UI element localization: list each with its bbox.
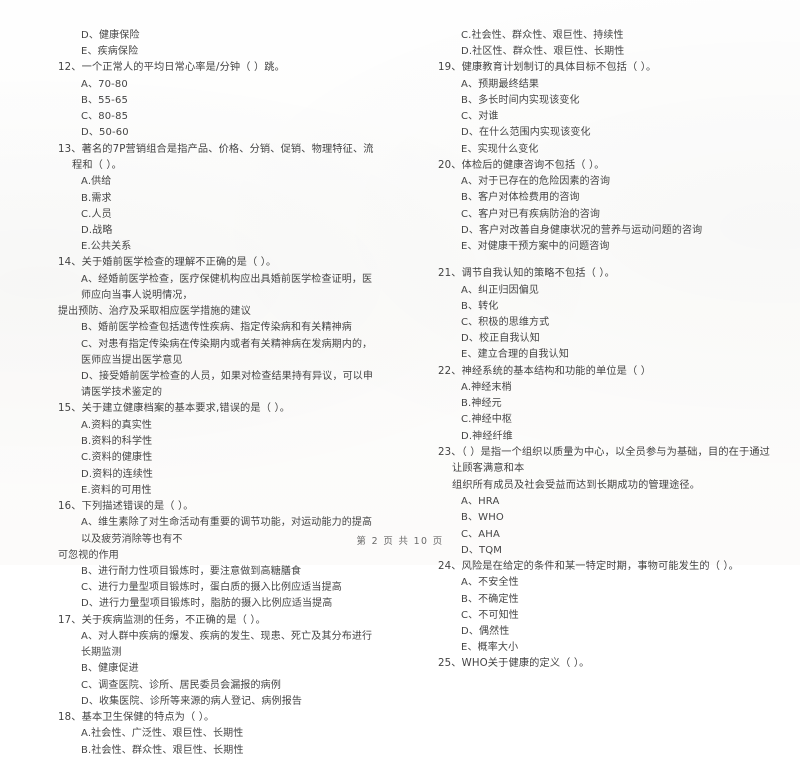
question-option: E、概率大小 bbox=[461, 642, 519, 654]
question-option: C.社会性、群众性、艰巨性、持续性 bbox=[461, 30, 624, 41]
question-option: C、进行力量型项目锻炼时，蛋白质的摄入比例应适当提高 bbox=[81, 582, 342, 594]
question-option: A、经婚前医学检查，医疗保健机构应出具婚前医学检查证明，医师应向当事人说明情况， bbox=[81, 273, 373, 302]
question-option: B.资料的科学性 bbox=[81, 436, 153, 448]
question-option: E、疾病保险 bbox=[81, 46, 139, 58]
question-option: D.资料的连续性 bbox=[81, 468, 154, 480]
question-option: C.神经中枢 bbox=[461, 414, 513, 426]
question-option: C、不可知性 bbox=[461, 609, 519, 621]
question-stem: 17、关于疾病监测的任务，不正确的是（ ）。 bbox=[58, 614, 266, 626]
question-option: A、70-80 bbox=[81, 78, 128, 90]
right-column: C.社会性、群众性、艰巨性、持续性 D.社区性、群众性、艰巨性、长期性 19、健康教… bbox=[400, 28, 800, 759]
question-stem: 21、调节自我认知的策略不包括（ ）。 bbox=[438, 268, 615, 280]
question-option: A.神经末梢 bbox=[461, 382, 512, 394]
option-continuation: 可忽视的作用 bbox=[58, 549, 119, 561]
question-stem: 23、（ ）是指一个组织以质量为中心，以全员参与为基础，目的在于通过让顾客满意和… bbox=[438, 446, 771, 475]
question-option: E.公共关系 bbox=[81, 241, 132, 253]
question-option: B、客户对体检费用的咨询 bbox=[461, 192, 580, 204]
question-option: D.神经纤维 bbox=[461, 430, 513, 442]
question-option: D、50-60 bbox=[81, 127, 129, 139]
question-option: D、进行力量型项目锻炼时，脂肪的摄入比例应适当提高 bbox=[81, 598, 333, 610]
page-footer: 第 2 页 共 10 页 bbox=[356, 536, 444, 547]
question-stem: 15、关于建立健康档案的基本要求,错误的是（ ）。 bbox=[58, 403, 291, 415]
scanned-page: D、健康保险 E、疾病保险 12、一个正常人的平均日常心率是/分钟（ ）跳。 A、70… bbox=[0, 0, 800, 756]
question-stem: 14、关于婚前医学检查的理解不正确的是（ ）。 bbox=[58, 257, 277, 269]
question-option: B、不确定性 bbox=[461, 593, 519, 605]
two-column-body: D、健康保险 E、疾病保险 12、一个正常人的平均日常心率是/分钟（ ）跳。 A、70… bbox=[0, 28, 800, 759]
question-option: D、在什么范围内实现该变化 bbox=[461, 127, 591, 139]
question-option: B、进行耐力性项目锻炼时，要注意做到高糖膳食 bbox=[81, 565, 302, 577]
question-option: A、HRA bbox=[461, 496, 500, 508]
question-option: B.社会性、群众性、艰巨性、长期性 bbox=[81, 744, 244, 756]
question-stem: 25、WHO关于健康的定义（ ）。 bbox=[438, 658, 590, 670]
question-option: B.神经元 bbox=[461, 398, 502, 410]
question-option: E、对健康干预方案中的问题咨询 bbox=[461, 241, 610, 253]
question-stem-continuation: 组织所有成员及社会受益而达到长期成功的管理途径。 bbox=[452, 479, 701, 491]
question-option: C、调查医院、诊所、居民委员会漏报的病例 bbox=[81, 679, 281, 691]
question-option: D、客户对改善自身健康状况的营养与运动问题的咨询 bbox=[461, 224, 703, 236]
question-option: C、客户对已有疾病防治的咨询 bbox=[461, 208, 601, 220]
question-option: C、对患有指定传染病在传染期内或者有关精神病在发病期内的，医师应当提出医学意见 bbox=[81, 338, 373, 366]
question-option: A、预期最终结果 bbox=[461, 78, 540, 90]
question-option: A、纠正归因偏见 bbox=[461, 284, 540, 296]
question-option: C、对谁 bbox=[461, 111, 499, 123]
question-option: D、接受婚前医学检查的人员，如果对检查结果持有异议，可以申请医学技术鉴定的 bbox=[81, 371, 374, 399]
question-stem: 19、健康教育计划制订的具体目标不包括（ ）。 bbox=[438, 62, 657, 74]
question-option: A、不安全性 bbox=[461, 577, 519, 589]
question-stem: 20、体检后的健康咨询不包括（ ）。 bbox=[438, 159, 605, 171]
question-option: B、55-65 bbox=[81, 95, 128, 107]
question-stem: 12、一个正常人的平均日常心率是/分钟（ ）跳。 bbox=[58, 62, 285, 74]
question-option: B.需求 bbox=[81, 192, 112, 204]
question-option: E.资料的可用性 bbox=[81, 484, 152, 496]
question-option: D、校正自我认知 bbox=[461, 333, 540, 345]
question-stem: 18、基本卫生保健的特点为（ ）。 bbox=[58, 711, 215, 723]
question-option: E、实现什么变化 bbox=[461, 143, 539, 155]
question-option: A.社会性、广泛性、艰巨性、长期性 bbox=[81, 728, 244, 740]
question-option: D.社区性、群众性、艰巨性、长期性 bbox=[461, 46, 625, 58]
question-option: C.资料的健康性 bbox=[81, 452, 153, 464]
question-option: B、健康促进 bbox=[81, 663, 139, 675]
option-continuation: 提出预防、治疗及采取相应医学措施的建议 bbox=[58, 306, 251, 318]
question-option: A.资料的真实性 bbox=[81, 419, 153, 431]
question-option: A、对于已存在的危险因素的咨询 bbox=[461, 176, 611, 188]
question-stem: 22、神经系统的基本结构和功能的单位是（ ） bbox=[438, 365, 652, 377]
question-option: D、偶然性 bbox=[461, 625, 510, 637]
question-option: A.供给 bbox=[81, 176, 112, 188]
left-column: D、健康保险 E、疾病保险 12、一个正常人的平均日常心率是/分钟（ ）跳。 A、70… bbox=[0, 28, 400, 759]
question-option: A、对人群中疾病的爆发、疾病的发生、现患、死亡及其分布进行长期监测 bbox=[81, 630, 373, 659]
question-option: C、积极的思维方式 bbox=[461, 317, 550, 329]
question-option: E、建立合理的自我认知 bbox=[461, 349, 569, 361]
question-stem: 16、下列描述错误的是（ ）。 bbox=[58, 500, 194, 512]
question-option: C.人员 bbox=[81, 208, 112, 220]
question-option: B、转化 bbox=[461, 300, 499, 312]
question-option: D.战略 bbox=[81, 225, 113, 237]
question-stem: 24、风险是在给定的条件和某一特定时期，事物可能发生的（ ）。 bbox=[438, 560, 739, 572]
question-option: D、收集医院、诊所等来源的病人登记、病例报告 bbox=[81, 695, 302, 707]
question-option: B、多长时间内实现该变化 bbox=[461, 95, 580, 107]
question-option: B、WHO bbox=[461, 512, 504, 524]
question-option: D、健康保险 bbox=[81, 30, 140, 41]
question-option: B、婚前医学检查包括遗传性疾病、指定传染病和有关精神病 bbox=[81, 322, 352, 334]
question-stem: 13、著名的7P营销组合是指产品、价格、分销、促销、物理特征、流程和（ ）。 bbox=[58, 143, 374, 172]
question-option: C、80-85 bbox=[81, 111, 129, 123]
